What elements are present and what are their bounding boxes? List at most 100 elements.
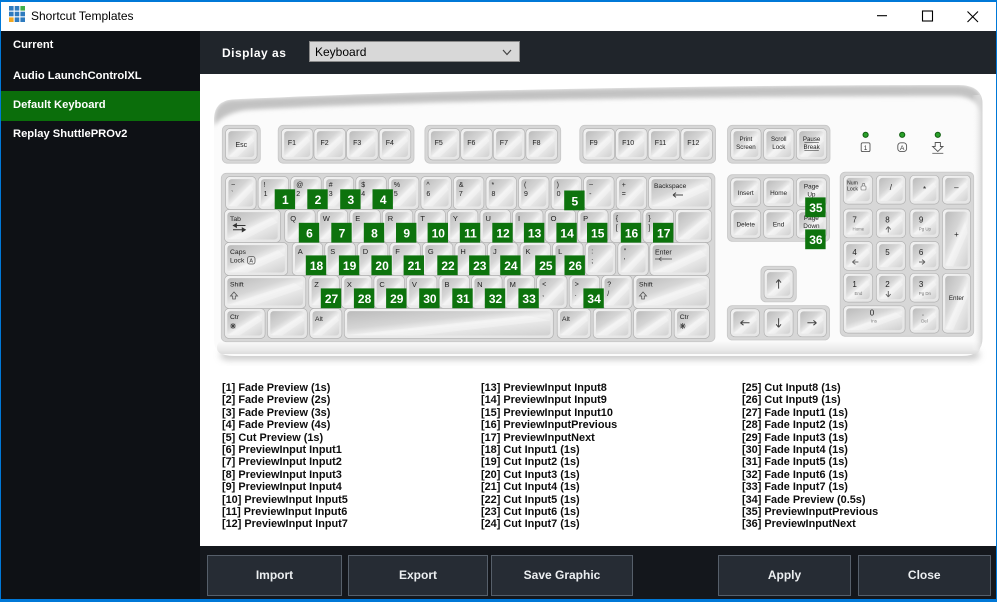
svg-text:4: 4 (361, 191, 365, 198)
svg-text:Ins: Ins (871, 319, 878, 324)
svg-text:1: 1 (264, 191, 268, 198)
svg-text:2: 2 (885, 280, 890, 289)
svg-text:24: 24 (504, 259, 518, 273)
svg-text:O: O (551, 214, 557, 223)
svg-text:,: , (542, 291, 544, 298)
svg-text:~: ~ (231, 182, 235, 189)
svg-text:U: U (486, 214, 491, 223)
svg-text:21: 21 (408, 259, 422, 273)
svg-text:F8: F8 (532, 140, 540, 147)
svg-text:0: 0 (870, 309, 875, 318)
svg-text:1: 1 (864, 145, 868, 152)
svg-text:7: 7 (459, 191, 463, 198)
svg-text:14: 14 (560, 227, 574, 241)
svg-text:2: 2 (315, 193, 322, 207)
svg-text:=: = (622, 191, 626, 198)
svg-text:Enter: Enter (655, 250, 672, 257)
svg-text:Tab: Tab (230, 216, 241, 223)
svg-text:19: 19 (343, 259, 357, 273)
svg-text:16: 16 (625, 227, 639, 241)
svg-text:N: N (477, 280, 482, 289)
svg-text:L: L (558, 247, 562, 256)
svg-text:F3: F3 (353, 140, 361, 147)
svg-text:;: ; (591, 258, 593, 265)
svg-text:29: 29 (390, 292, 404, 306)
svg-text:10: 10 (432, 227, 446, 241)
svg-text:30: 30 (423, 292, 437, 306)
svg-text:<: < (542, 282, 546, 289)
svg-text:12: 12 (496, 227, 510, 241)
svg-text:13: 13 (528, 227, 542, 241)
svg-text:32: 32 (489, 292, 503, 306)
svg-text:Delete: Delete (736, 222, 755, 229)
svg-text:X: X (347, 280, 352, 289)
svg-text:11: 11 (464, 227, 477, 241)
svg-text:M: M (510, 280, 516, 289)
svg-text:28: 28 (358, 292, 372, 306)
svg-text:Esc: Esc (235, 142, 247, 149)
svg-text:Enter: Enter (949, 295, 965, 302)
svg-text:End: End (854, 291, 862, 296)
svg-text:5: 5 (394, 191, 398, 198)
svg-text:Shift: Shift (639, 282, 653, 289)
svg-text:E: E (355, 214, 360, 223)
svg-text:9: 9 (524, 191, 528, 198)
svg-text:H: H (460, 247, 465, 256)
svg-text:G: G (428, 247, 434, 256)
svg-text:A: A (298, 247, 303, 256)
svg-text:Y: Y (453, 214, 458, 223)
svg-text:/: / (607, 291, 609, 298)
svg-text:@: @ (296, 182, 303, 189)
svg-text:[: [ (616, 225, 618, 232)
svg-text:9: 9 (403, 227, 410, 241)
svg-text:F7: F7 (500, 140, 508, 147)
svg-text:Caps: Caps (230, 249, 246, 256)
svg-text:%: % (394, 182, 400, 189)
svg-text:F: F (395, 247, 400, 256)
svg-text:R: R (388, 214, 394, 223)
svg-text:23: 23 (473, 259, 487, 273)
svg-text:Shift: Shift (230, 282, 244, 289)
svg-text:36: 36 (809, 233, 823, 247)
svg-text:3: 3 (919, 280, 924, 289)
svg-text:B: B (445, 280, 450, 289)
svg-text:Z: Z (314, 280, 319, 289)
svg-text:A: A (249, 259, 253, 265)
svg-text:Del: Del (921, 319, 928, 324)
svg-text:7: 7 (852, 216, 857, 225)
svg-text:Alt: Alt (315, 316, 323, 323)
svg-text:8: 8 (885, 216, 890, 225)
svg-text:#: # (329, 182, 333, 189)
svg-text:]: ] (648, 225, 650, 232)
svg-text:': ' (624, 258, 625, 265)
svg-text:–: – (589, 181, 593, 188)
svg-text:V: V (412, 280, 417, 289)
svg-text:Pause: Pause (803, 136, 821, 143)
svg-text:!: ! (264, 182, 266, 189)
svg-text:8: 8 (492, 191, 496, 198)
svg-text:T: T (420, 214, 425, 223)
svg-text:Scroll: Scroll (771, 136, 786, 143)
svg-text:F9: F9 (590, 140, 598, 147)
svg-text:F4: F4 (386, 140, 394, 147)
svg-text:22: 22 (441, 259, 455, 273)
svg-text:Break: Break (804, 144, 821, 151)
svg-text:): ) (557, 182, 559, 189)
svg-text:F1: F1 (288, 140, 296, 147)
svg-text:18: 18 (310, 259, 324, 273)
svg-text:+: + (622, 182, 626, 189)
svg-text:$: $ (361, 182, 365, 189)
svg-text:A: A (900, 145, 905, 152)
svg-text:3: 3 (329, 191, 333, 198)
svg-text:P: P (583, 214, 588, 223)
svg-text:4: 4 (380, 193, 387, 207)
svg-text:6: 6 (426, 191, 430, 198)
svg-text:I: I (518, 214, 520, 223)
svg-text:Lock: Lock (230, 258, 245, 265)
svg-text:31: 31 (456, 292, 470, 306)
svg-text:2: 2 (296, 191, 300, 198)
svg-text:9: 9 (919, 216, 924, 225)
svg-text::: : (591, 249, 593, 256)
svg-text:35: 35 (809, 201, 823, 215)
svg-text:J: J (493, 247, 497, 256)
